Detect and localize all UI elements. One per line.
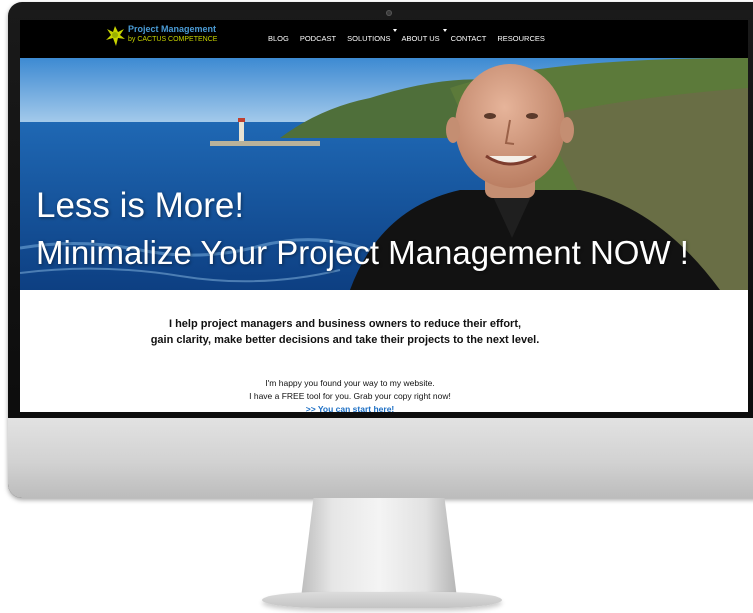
intro-line-1: I help project managers and business own… <box>168 318 522 330</box>
nav-item-about-us-label: ABOUT US <box>401 34 440 43</box>
website-screen: Project Management by CACTUS COMPETENCE … <box>20 20 748 412</box>
monitor-stand-base <box>262 592 502 608</box>
welcome-text: I'm happy you found your way to my websi… <box>20 377 680 412</box>
nav-menu: BLOG PODCAST SOLUTIONS ABOUT US CONTACT … <box>268 29 545 43</box>
hero-banner: Less is More! Minimalize Your Project Ma… <box>20 58 748 290</box>
intro-text: I help project managers and business own… <box>20 316 670 348</box>
start-here-link[interactable]: >> You can start here! <box>20 403 680 412</box>
dropdown-caret-icon <box>393 29 398 32</box>
logo-subtitle[interactable]: by CACTUS COMPETENCE <box>128 36 217 43</box>
welcome-line-1: I'm happy you found your way to my websi… <box>265 378 435 388</box>
nav-item-about-us[interactable]: ABOUT US <box>401 29 447 43</box>
nav-item-solutions-label: SOLUTIONS <box>347 34 391 43</box>
hero-headline-1: Less is More! <box>36 186 245 225</box>
intro-line-2: gain clarity, make better decisions and … <box>150 334 540 346</box>
monitor-chin <box>8 418 753 498</box>
nav-item-podcast[interactable]: PODCAST <box>300 34 336 43</box>
nav-item-contact[interactable]: CONTACT <box>451 34 487 43</box>
nav-item-resources[interactable]: RESOURCES <box>497 34 545 43</box>
camera-icon <box>386 10 392 16</box>
nav-item-blog[interactable]: BLOG <box>268 34 289 43</box>
hero-headline-2: Minimalize Your Project Management NOW ! <box>36 234 689 271</box>
dropdown-caret-icon <box>442 29 447 32</box>
logo-title[interactable]: Project Management <box>128 24 216 34</box>
nav-item-solutions[interactable]: SOLUTIONS <box>347 29 398 43</box>
cactus-logo-icon[interactable] <box>104 24 126 48</box>
top-navigation-bar: Project Management by CACTUS COMPETENCE … <box>20 20 748 58</box>
monitor-stand <box>301 498 457 598</box>
welcome-line-2: I have a FREE tool for you. Grab your co… <box>249 391 451 401</box>
